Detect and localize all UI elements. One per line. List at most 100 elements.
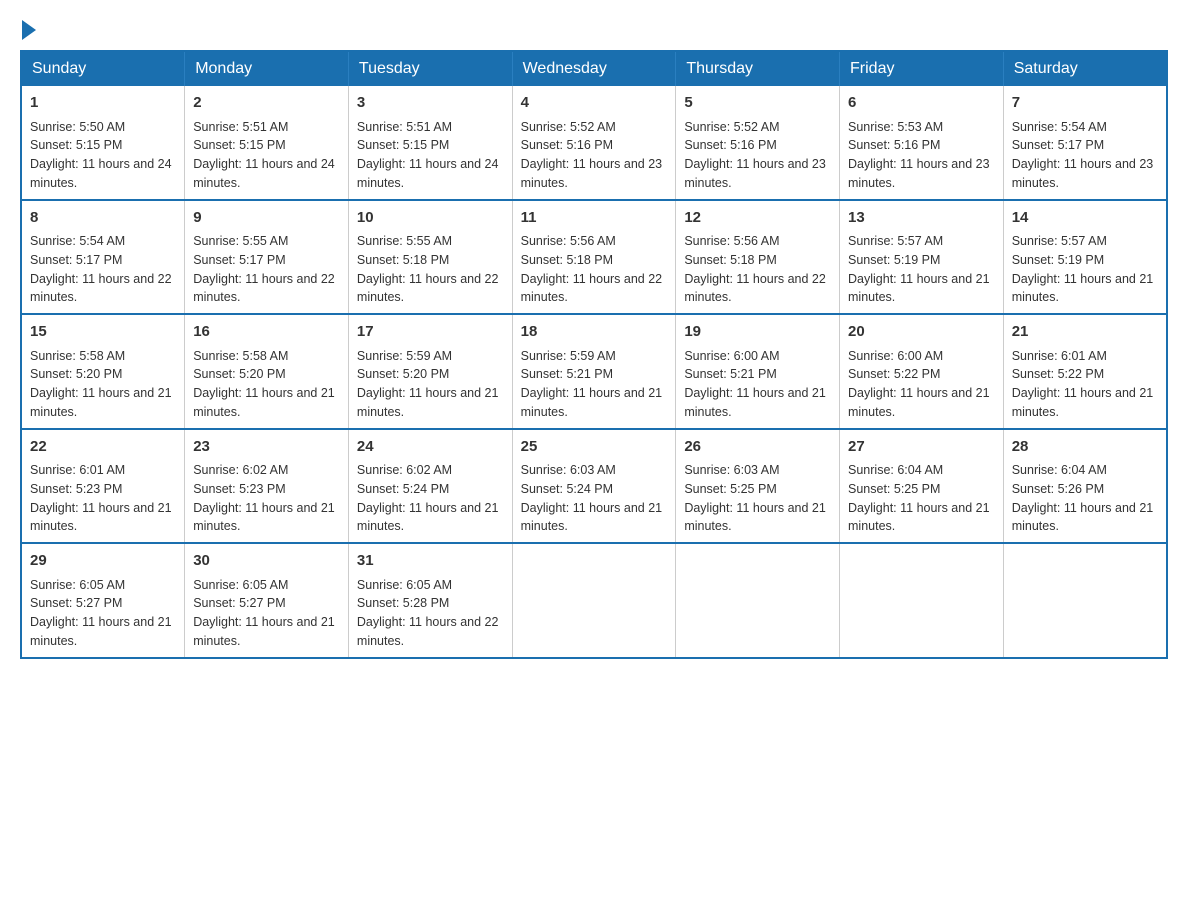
calendar-cell: 30Sunrise: 6:05 AMSunset: 5:27 PMDayligh… xyxy=(185,543,349,658)
logo-arrow-icon xyxy=(22,20,36,40)
sunset-text: Sunset: 5:16 PM xyxy=(521,138,613,152)
calendar-cell: 22Sunrise: 6:01 AMSunset: 5:23 PMDayligh… xyxy=(21,429,185,544)
calendar-cell: 15Sunrise: 5:58 AMSunset: 5:20 PMDayligh… xyxy=(21,314,185,429)
sunset-text: Sunset: 5:24 PM xyxy=(357,482,449,496)
sunrise-text: Sunrise: 5:51 AM xyxy=(357,120,452,134)
calendar-table: SundayMondayTuesdayWednesdayThursdayFrid… xyxy=(20,50,1168,659)
sunrise-text: Sunrise: 5:53 AM xyxy=(848,120,943,134)
daylight-text: Daylight: 11 hours and 21 minutes. xyxy=(193,501,335,534)
sunset-text: Sunset: 5:18 PM xyxy=(357,253,449,267)
sunrise-text: Sunrise: 6:04 AM xyxy=(1012,463,1107,477)
calendar-cell xyxy=(840,543,1004,658)
daylight-text: Daylight: 11 hours and 21 minutes. xyxy=(521,501,663,534)
sunset-text: Sunset: 5:25 PM xyxy=(684,482,776,496)
calendar-cell: 17Sunrise: 5:59 AMSunset: 5:20 PMDayligh… xyxy=(348,314,512,429)
sunset-text: Sunset: 5:19 PM xyxy=(848,253,940,267)
sunset-text: Sunset: 5:18 PM xyxy=(521,253,613,267)
sunset-text: Sunset: 5:28 PM xyxy=(357,596,449,610)
calendar-cell: 24Sunrise: 6:02 AMSunset: 5:24 PMDayligh… xyxy=(348,429,512,544)
calendar-cell: 26Sunrise: 6:03 AMSunset: 5:25 PMDayligh… xyxy=(676,429,840,544)
sunrise-text: Sunrise: 6:01 AM xyxy=(30,463,125,477)
calendar-cell: 4Sunrise: 5:52 AMSunset: 5:16 PMDaylight… xyxy=(512,86,676,200)
daylight-text: Daylight: 11 hours and 21 minutes. xyxy=(193,615,335,648)
daylight-text: Daylight: 11 hours and 21 minutes. xyxy=(684,386,826,419)
calendar-cell xyxy=(1003,543,1167,658)
weekday-header-row: SundayMondayTuesdayWednesdayThursdayFrid… xyxy=(21,51,1167,86)
weekday-header-saturday: Saturday xyxy=(1003,51,1167,86)
sunset-text: Sunset: 5:20 PM xyxy=(357,367,449,381)
calendar-cell: 13Sunrise: 5:57 AMSunset: 5:19 PMDayligh… xyxy=(840,200,1004,315)
sunset-text: Sunset: 5:24 PM xyxy=(521,482,613,496)
calendar-cell: 28Sunrise: 6:04 AMSunset: 5:26 PMDayligh… xyxy=(1003,429,1167,544)
sunset-text: Sunset: 5:23 PM xyxy=(30,482,122,496)
sunset-text: Sunset: 5:25 PM xyxy=(848,482,940,496)
sunrise-text: Sunrise: 5:52 AM xyxy=(521,120,616,134)
sunset-text: Sunset: 5:27 PM xyxy=(193,596,285,610)
day-number: 15 xyxy=(30,321,176,344)
sunrise-text: Sunrise: 6:02 AM xyxy=(357,463,452,477)
sunset-text: Sunset: 5:17 PM xyxy=(30,253,122,267)
sunset-text: Sunset: 5:27 PM xyxy=(30,596,122,610)
day-number: 3 xyxy=(357,92,504,115)
weekday-header-tuesday: Tuesday xyxy=(348,51,512,86)
sunrise-text: Sunrise: 5:58 AM xyxy=(30,349,125,363)
weekday-header-friday: Friday xyxy=(840,51,1004,86)
day-number: 23 xyxy=(193,436,340,459)
calendar-cell xyxy=(676,543,840,658)
day-number: 12 xyxy=(684,207,831,230)
day-number: 19 xyxy=(684,321,831,344)
calendar-cell xyxy=(512,543,676,658)
logo xyxy=(20,20,38,40)
calendar-cell: 8Sunrise: 5:54 AMSunset: 5:17 PMDaylight… xyxy=(21,200,185,315)
daylight-text: Daylight: 11 hours and 22 minutes. xyxy=(357,272,499,305)
calendar-week-row: 29Sunrise: 6:05 AMSunset: 5:27 PMDayligh… xyxy=(21,543,1167,658)
day-number: 8 xyxy=(30,207,176,230)
daylight-text: Daylight: 11 hours and 21 minutes. xyxy=(1012,501,1154,534)
day-number: 7 xyxy=(1012,92,1158,115)
weekday-header-monday: Monday xyxy=(185,51,349,86)
sunset-text: Sunset: 5:18 PM xyxy=(684,253,776,267)
weekday-header-thursday: Thursday xyxy=(676,51,840,86)
sunrise-text: Sunrise: 6:03 AM xyxy=(521,463,616,477)
calendar-cell: 29Sunrise: 6:05 AMSunset: 5:27 PMDayligh… xyxy=(21,543,185,658)
day-number: 25 xyxy=(521,436,668,459)
daylight-text: Daylight: 11 hours and 22 minutes. xyxy=(684,272,826,305)
day-number: 10 xyxy=(357,207,504,230)
sunrise-text: Sunrise: 5:57 AM xyxy=(848,234,943,248)
sunset-text: Sunset: 5:15 PM xyxy=(193,138,285,152)
sunset-text: Sunset: 5:22 PM xyxy=(848,367,940,381)
calendar-week-row: 1 Sunrise: 5:50 AM Sunset: 5:15 PM Daylight… xyxy=(21,86,1167,200)
day-number: 5 xyxy=(684,92,831,115)
day-number: 6 xyxy=(848,92,995,115)
daylight-text: Daylight: 11 hours and 23 minutes. xyxy=(684,157,826,190)
calendar-cell: 11Sunrise: 5:56 AMSunset: 5:18 PMDayligh… xyxy=(512,200,676,315)
sunset-text: Sunset: 5:21 PM xyxy=(684,367,776,381)
day-number: 28 xyxy=(1012,436,1158,459)
day-number: 30 xyxy=(193,550,340,573)
calendar-cell: 18Sunrise: 5:59 AMSunset: 5:21 PMDayligh… xyxy=(512,314,676,429)
sunrise-text: Sunrise: 6:00 AM xyxy=(684,349,779,363)
daylight-text: Daylight: 11 hours and 21 minutes. xyxy=(848,501,990,534)
calendar-week-row: 15 Sunrise: 5:58 AM Sunset: 5:20 PM Dayligh… xyxy=(21,314,1167,429)
daylight-text: Daylight: 11 hours and 22 minutes. xyxy=(357,615,499,648)
calendar-cell: 25 Sunrise: 6:03 AM Sunset: 5:24 PM Dayligh… xyxy=(512,429,676,544)
daylight-text: Daylight: 11 hours and 23 minutes. xyxy=(848,157,990,190)
calendar-week-row: 22 Sunrise: 6:01 AM Sunset: 5:23 PM Dayligh… xyxy=(21,429,1167,544)
calendar-cell: 12 Sunrise: 5:56 AM Sunset: 5:18 PM Dayligh… xyxy=(676,200,840,315)
sunset-text: Sunset: 5:17 PM xyxy=(193,253,285,267)
daylight-text: Daylight: 11 hours and 21 minutes. xyxy=(1012,272,1154,305)
daylight-text: Daylight: 11 hours and 23 minutes. xyxy=(521,157,663,190)
sunrise-text: Sunrise: 5:56 AM xyxy=(684,234,779,248)
day-number: 17 xyxy=(357,321,504,344)
sunset-text: Sunset: 5:19 PM xyxy=(1012,253,1104,267)
day-number: 16 xyxy=(193,321,340,344)
sunrise-text: Sunrise: 5:50 AM xyxy=(30,120,125,134)
day-number: 2 xyxy=(193,92,340,115)
sunset-text: Sunset: 5:17 PM xyxy=(1012,138,1104,152)
calendar-cell: 31Sunrise: 6:05 AMSunset: 5:28 PMDayligh… xyxy=(348,543,512,658)
page-header xyxy=(20,20,1168,40)
day-number: 1 xyxy=(30,92,176,115)
day-number: 22 xyxy=(30,436,176,459)
calendar-cell: 2Sunrise: 5:51 AMSunset: 5:15 PMDaylight… xyxy=(185,86,349,200)
sunset-text: Sunset: 5:20 PM xyxy=(30,367,122,381)
